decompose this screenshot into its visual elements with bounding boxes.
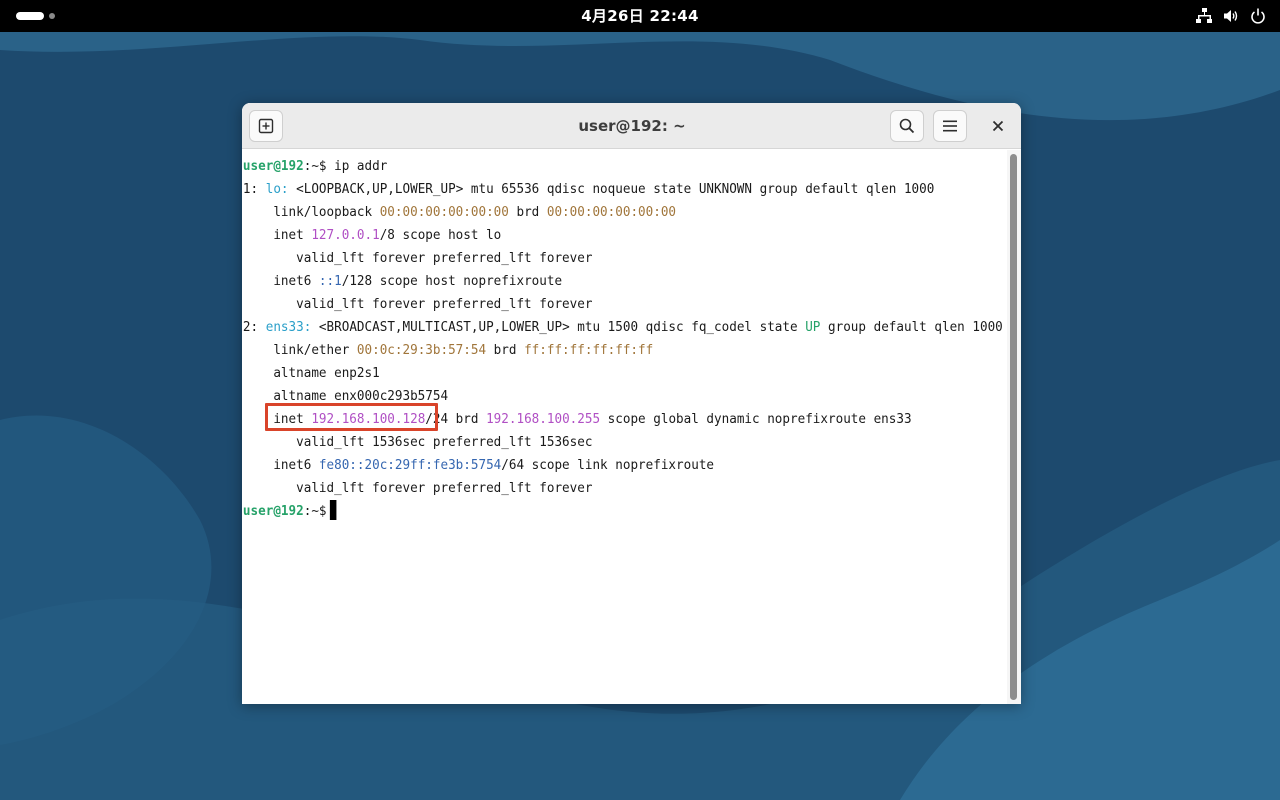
terminal-line: valid_lft forever preferred_lft forever <box>242 477 593 500</box>
workspace-active-indicator <box>16 12 44 20</box>
network-icon[interactable] <box>1196 8 1212 24</box>
terminal-prompt-text: user@192 <box>242 503 304 519</box>
top-bar: 4月26日 22:44 <box>0 0 1280 32</box>
terminal-text: 2: <box>242 319 266 335</box>
new-tab-icon <box>258 118 274 134</box>
terminal-line: user@192:~$ <box>243 500 337 523</box>
terminal-line: valid_lft 1536sec preferred_lft 1536sec <box>242 431 593 454</box>
window-title: user@192: ~ <box>578 117 686 135</box>
terminal-text: <LOOPBACK,UP,LOWER_UP> mtu 65536 qdisc n… <box>288 181 935 197</box>
terminal-line: valid_lft forever preferred_lft forever <box>242 247 593 270</box>
terminal-text: <BROADCAST,MULTICAST,UP,LOWER_UP> mtu 15… <box>311 319 806 335</box>
system-tray[interactable] <box>1196 8 1266 24</box>
terminal-ip-text: 127.0.0.1 <box>311 227 380 243</box>
scrollbar[interactable] <box>1007 150 1021 704</box>
search-button[interactable] <box>890 110 924 142</box>
ip-address-highlight-box <box>265 403 438 431</box>
terminal-iface-text: ens33: <box>265 319 312 335</box>
terminal-text: link/ether <box>242 342 357 358</box>
terminal-text: /8 scope host lo <box>379 227 502 243</box>
terminal-text: brd <box>486 342 525 358</box>
terminal-text: /128 scope host noprefixroute <box>341 273 563 289</box>
terminal-mac-text: 00:00:00:00:00:00 <box>546 204 677 220</box>
terminal-mac-text: 00:00:00:00:00:00 <box>379 204 509 220</box>
terminal-text: scope global dynamic noprefixroute ens33 <box>600 411 912 427</box>
terminal-text: brd <box>508 204 547 220</box>
terminal-text: :~$ ip addr <box>303 158 388 174</box>
terminal-mac-text: ff:ff:ff:ff:ff:ff <box>524 342 654 358</box>
activities-indicator[interactable] <box>16 10 66 22</box>
terminal-iface-text: lo: <box>265 181 289 197</box>
menu-button[interactable] <box>933 110 967 142</box>
terminal-text: valid_lft forever preferred_lft forever <box>242 480 593 496</box>
terminal-cursor <box>330 500 337 520</box>
terminal-line: valid_lft forever preferred_lft forever <box>242 293 593 316</box>
terminal-ip-text: 192.168.100.255 <box>486 411 601 427</box>
terminal-text: altname enp2s1 <box>242 365 380 381</box>
terminal-line: 1: lo: <LOOPBACK,UP,LOWER_UP> mtu 65536 … <box>243 178 934 201</box>
terminal-line: link/loopback 00:00:00:00:00:00 brd 00:0… <box>243 201 676 224</box>
terminal-text: valid_lft forever preferred_lft forever <box>242 296 593 312</box>
terminal-line: 2: ens33: <BROADCAST,MULTICAST,UP,LOWER_… <box>243 316 1003 339</box>
terminal-text: valid_lft forever preferred_lft forever <box>242 250 593 266</box>
terminal-line: altname enp2s1 <box>242 362 380 385</box>
search-icon <box>899 118 915 134</box>
terminal-text: inet6 <box>242 273 319 289</box>
volume-icon[interactable] <box>1223 8 1239 24</box>
terminal-line: inet 127.0.0.1/8 scope host lo <box>243 224 501 247</box>
terminal-line: inet6 ::1/128 scope host noprefixroute <box>243 270 562 293</box>
terminal-text: inet <box>242 227 312 243</box>
scrollbar-thumb[interactable] <box>1010 154 1017 700</box>
terminal-text: 1: <box>242 181 266 197</box>
workspace-inactive-indicator <box>49 13 55 19</box>
header-bar: user@192: ~ <box>242 103 1021 149</box>
terminal-ip6-text: fe80::20c:29ff:fe3b:5754 <box>318 457 502 473</box>
terminal-line: link/ether 00:0c:29:3b:57:54 brd ff:ff:f… <box>243 339 653 362</box>
terminal-text: altname enx000c293b5754 <box>242 388 449 404</box>
terminal-text: :~$ <box>303 503 327 519</box>
power-icon[interactable] <box>1250 8 1266 24</box>
terminal-text: inet6 <box>242 457 319 473</box>
terminal-text: group default qlen 1000 <box>820 319 1003 335</box>
terminal-ip6-text: ::1 <box>318 273 342 289</box>
hamburger-menu-icon <box>943 120 957 132</box>
terminal-line: user@192:~$ ip addr <box>243 155 387 178</box>
terminal-text: /64 scope link noprefixroute <box>501 457 715 473</box>
terminal-up-text: UP <box>805 319 821 335</box>
new-tab-button[interactable] <box>249 110 283 142</box>
terminal-text: link/loopback <box>242 204 380 220</box>
terminal-text: valid_lft 1536sec preferred_lft 1536sec <box>242 434 593 450</box>
close-button[interactable] <box>983 111 1013 141</box>
clock[interactable]: 4月26日 22:44 <box>540 0 740 32</box>
terminal-line: inet6 fe80::20c:29ff:fe3b:5754/64 scope … <box>243 454 714 477</box>
terminal-mac-text: 00:0c:29:3b:57:54 <box>356 342 487 358</box>
close-icon <box>992 120 1004 132</box>
terminal-prompt-text: user@192 <box>242 158 304 174</box>
